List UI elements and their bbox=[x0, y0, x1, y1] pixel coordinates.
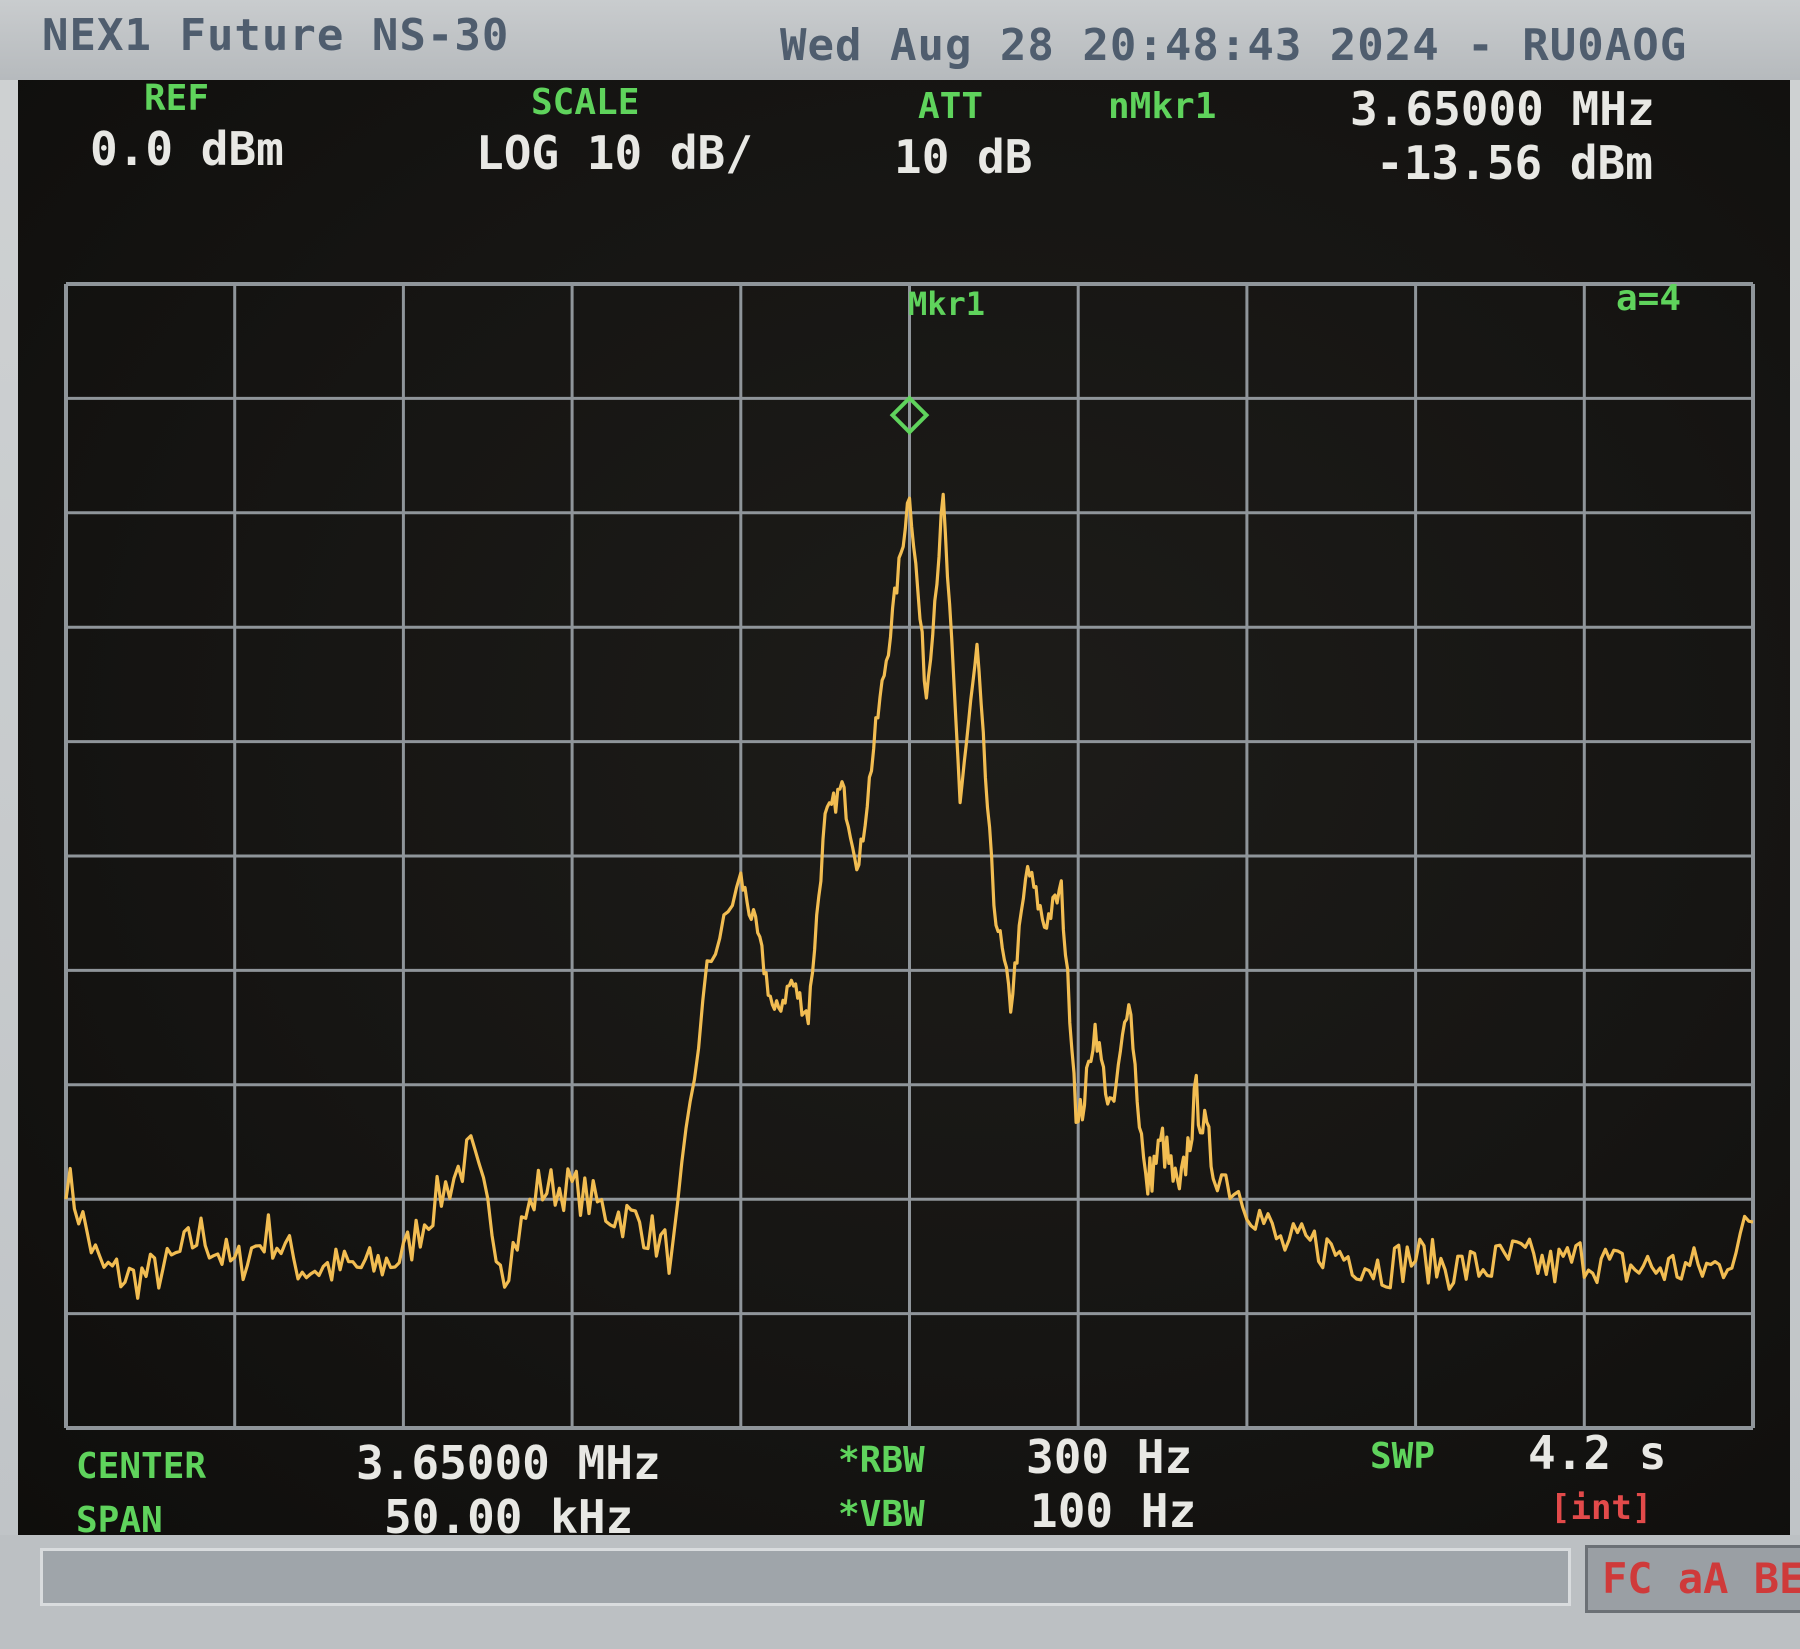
vbw-value: 100 Hz bbox=[1030, 1484, 1197, 1538]
trigger-source: [int] bbox=[1550, 1488, 1653, 1528]
plot-grid bbox=[64, 282, 1755, 1430]
average-count: a=4 bbox=[1616, 278, 1681, 319]
datetime-callsign: Wed Aug 28 20:48:43 2024 - RU0AOG bbox=[780, 20, 1688, 71]
spectrum-plot: Mkr1 a=4 bbox=[64, 278, 1755, 1430]
center-frequency: 3.65000 MHz bbox=[356, 1436, 661, 1490]
title-bar: NEX1 Future NS-30 Wed Aug 28 20:48:43 20… bbox=[0, 0, 1800, 80]
marker-tag: Mkr1 bbox=[908, 285, 985, 323]
rbw-label: *RBW bbox=[838, 1440, 925, 1481]
vbw-label: *VBW bbox=[838, 1494, 925, 1535]
analyzer-screen: REF 0.0 dBm SCALE LOG 10 dB/ ATT 10 dB n… bbox=[18, 78, 1790, 1544]
rbw-value: 300 Hz bbox=[1026, 1430, 1193, 1484]
sweep-label: SWP bbox=[1370, 1436, 1436, 1477]
status-mode: FC aA BE bbox=[1602, 1554, 1800, 1603]
center-label: CENTER bbox=[76, 1446, 207, 1487]
sweep-time: 4.2 s bbox=[1528, 1426, 1667, 1480]
command-line[interactable] bbox=[40, 1548, 1571, 1606]
status-indicator: FC aA BE bbox=[1585, 1545, 1800, 1613]
instrument-model: NEX1 Future NS-30 bbox=[42, 10, 510, 61]
